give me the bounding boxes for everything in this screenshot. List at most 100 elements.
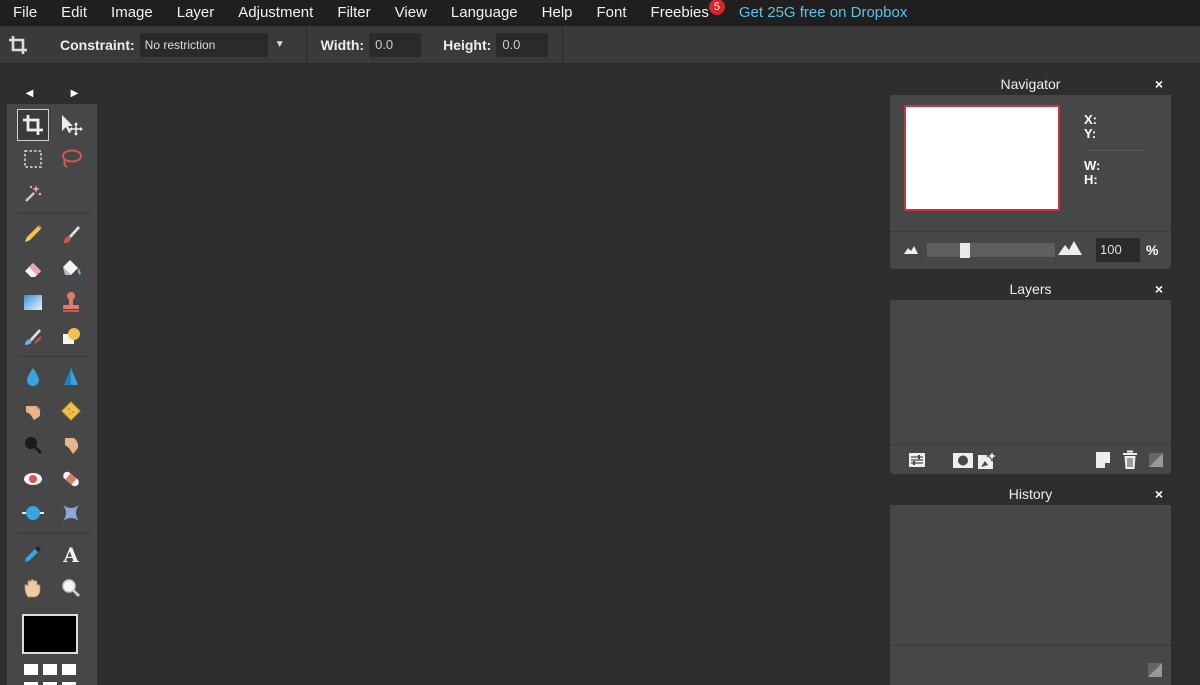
resize-corner-icon[interactable]: [1148, 663, 1162, 677]
zoom-unit: %: [1146, 242, 1159, 258]
tool-options-bar: Constraint: No restriction ▼ Width: 0.0 …: [0, 25, 1200, 64]
marquee-icon: [24, 150, 42, 168]
zoom-slider-handle[interactable]: [960, 243, 971, 258]
chevron-down-icon[interactable]: ▼: [268, 33, 292, 57]
foreground-color-swatch[interactable]: [22, 614, 78, 654]
preset-swatch[interactable]: [62, 664, 76, 675]
brush-tool[interactable]: [55, 218, 87, 250]
bloat-tool[interactable]: [17, 497, 49, 529]
toolbox-divider: [17, 533, 91, 534]
constraint-select[interactable]: No restriction: [139, 32, 268, 57]
shape-icon: [63, 328, 80, 344]
toolbox-divider: [17, 356, 91, 357]
zoom-tool[interactable]: [55, 572, 87, 604]
smudge-tool[interactable]: [17, 395, 49, 427]
blur-tool[interactable]: [17, 361, 49, 393]
color-picker-tool[interactable]: [17, 538, 49, 570]
color-replace-tool[interactable]: [17, 320, 49, 352]
marquee-tool[interactable]: [17, 143, 49, 175]
layers-footer: [890, 444, 1171, 474]
new-layer-icon[interactable]: [1094, 451, 1112, 469]
preset-swatch[interactable]: [43, 664, 57, 675]
arrow-right-icon[interactable]: ▶: [71, 88, 79, 99]
navigator-coordinates: X: Y: W: H:: [1084, 113, 1148, 187]
menu-help[interactable]: Help: [530, 0, 585, 26]
bloat-icon: [22, 506, 44, 520]
history-panel: History ×: [890, 483, 1171, 685]
lasso-tool[interactable]: [55, 143, 87, 175]
eraser-icon: [25, 263, 41, 277]
menu-view[interactable]: View: [383, 0, 439, 26]
menu-edit[interactable]: Edit: [49, 0, 99, 26]
trash-icon[interactable]: [1121, 450, 1139, 469]
menu-image[interactable]: Image: [99, 0, 165, 26]
menu-freebies[interactable]: Freebies 5: [639, 0, 725, 26]
width-input[interactable]: 0.0: [369, 32, 422, 57]
zoom-input[interactable]: 100: [1096, 238, 1140, 262]
shape-tool[interactable]: [55, 320, 87, 352]
menu-layer[interactable]: Layer: [165, 0, 227, 26]
arrow-left-icon[interactable]: ◀: [26, 88, 34, 99]
h-label: H:: [1084, 172, 1098, 187]
options-divider: [305, 25, 307, 64]
menu-filter[interactable]: Filter: [325, 0, 382, 26]
zoom-slider-track[interactable]: [927, 243, 1055, 257]
dodge-tool[interactable]: [55, 429, 87, 461]
layers-panel: Layers ×: [890, 278, 1171, 474]
menu-font[interactable]: Font: [585, 0, 639, 26]
red-eye-tool[interactable]: [17, 463, 49, 495]
pencil-tool[interactable]: [17, 218, 49, 250]
close-icon[interactable]: ×: [1155, 483, 1163, 505]
layers-header: Layers ×: [890, 278, 1171, 300]
history-header: History ×: [890, 483, 1171, 505]
zoom-out-icon[interactable]: [904, 244, 918, 254]
magic-wand-tool[interactable]: [17, 177, 49, 209]
layer-mask-icon[interactable]: [952, 451, 974, 469]
zoom-controls: 100 %: [890, 231, 1171, 269]
magnifier-icon: [62, 579, 81, 598]
options-divider: [562, 25, 564, 64]
move-tool[interactable]: [55, 109, 87, 141]
eyedropper-icon: [25, 546, 41, 562]
gradient-tool[interactable]: [17, 286, 49, 318]
zoom-in-icon[interactable]: [1058, 241, 1082, 255]
magic-wand-icon: [25, 185, 42, 202]
pinch-tool[interactable]: [55, 497, 87, 529]
history-list: [890, 505, 1171, 645]
dodge-icon: [65, 438, 79, 454]
navigator-thumbnail[interactable]: [904, 105, 1060, 211]
close-icon[interactable]: ×: [1155, 73, 1163, 95]
resize-corner-icon[interactable]: [1147, 451, 1165, 469]
spot-heal-tool[interactable]: [55, 463, 87, 495]
eye-icon: [24, 473, 42, 485]
burn-icon: [25, 437, 43, 455]
x-label: X:: [1084, 112, 1097, 127]
blur-icon: [27, 368, 39, 386]
type-tool[interactable]: A: [55, 538, 87, 570]
toolbox: ◀ ▶ A: [7, 82, 97, 685]
hand-tool[interactable]: [17, 572, 49, 604]
layer-settings-icon[interactable]: [908, 451, 926, 469]
sponge-tool[interactable]: [55, 395, 87, 427]
empty-slot: [55, 177, 87, 209]
menu-adjustment[interactable]: Adjustment: [226, 0, 325, 26]
height-label: Height:: [443, 36, 492, 53]
dropbox-promo-link[interactable]: Get 25G free on Dropbox: [727, 0, 919, 26]
freebies-badge: 5: [708, 0, 725, 15]
crop-tool[interactable]: [17, 109, 49, 141]
height-input[interactable]: 0.0: [496, 32, 549, 57]
burn-tool[interactable]: [17, 429, 49, 461]
layer-effects-icon[interactable]: [977, 450, 1001, 469]
clone-stamp-tool[interactable]: [55, 286, 87, 318]
menu-file[interactable]: File: [0, 0, 49, 26]
pencil-icon: [25, 225, 42, 242]
history-title: History: [1008, 486, 1053, 502]
close-icon[interactable]: ×: [1155, 278, 1163, 300]
preset-swatch[interactable]: [24, 664, 38, 675]
color-replace-icon: [25, 329, 42, 345]
sharpen-tool[interactable]: [55, 361, 87, 393]
w-label: W:: [1084, 158, 1101, 173]
paint-bucket-tool[interactable]: [55, 252, 87, 284]
eraser-tool[interactable]: [17, 252, 49, 284]
menu-language[interactable]: Language: [439, 0, 530, 26]
